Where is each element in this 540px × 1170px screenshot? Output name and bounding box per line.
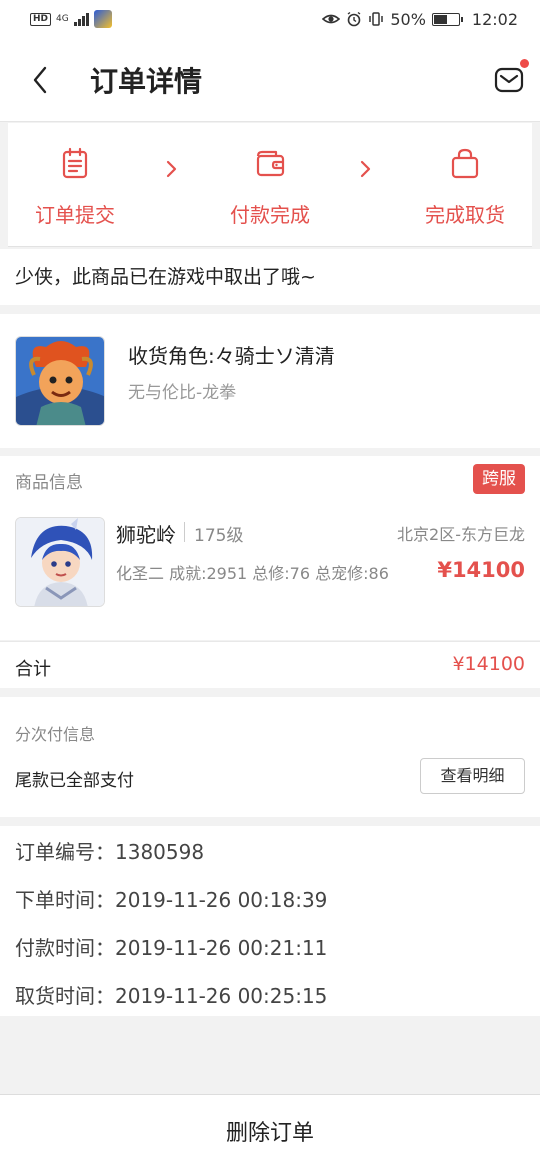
receiver-server: 无与伦比-龙拳 (128, 383, 237, 403)
installment-status: 尾款已全部支付 (15, 771, 134, 791)
goods-price: ¥14100 (437, 558, 525, 582)
bag-icon (451, 148, 479, 179)
order-placed-time: 下单时间：2019-11-26 00:18:39 (15, 888, 328, 912)
hd-icon: HD (30, 12, 52, 26)
order-pickup-time: 取货时间：2019-11-26 00:25:15 (15, 984, 328, 1008)
order-paid-time: 付款时间：2019-11-26 00:21:11 (15, 936, 328, 960)
total-row: 合计 ¥14100 (0, 641, 540, 688)
alarm-icon (347, 11, 361, 27)
goods-avatar (15, 517, 105, 607)
pickup-notice: 少侠，此商品已在游戏中取出了哦~ (0, 249, 540, 305)
vibrate-icon (369, 12, 384, 26)
receiver-role: 收货角色:々骑士ソ清清 (128, 344, 335, 368)
order-number: 订单编号：1380598 (15, 840, 205, 864)
section-title: 商品信息 (15, 473, 83, 493)
chevron-right-icon (360, 160, 371, 178)
status-left: HD 4G (30, 10, 112, 28)
status-bar: HD 4G 50% 12:02 (0, 0, 540, 38)
receiver-avatar (15, 336, 105, 426)
mail-icon (494, 67, 524, 92)
goods-sect: 狮驼岭 (116, 523, 176, 547)
order-progress: 订单提交 付款完成 完成取货 (8, 123, 532, 247)
receiver-card: 收货角色:々骑士ソ清清 无与伦比-龙拳 (0, 314, 540, 448)
goods-attributes: 化圣二 成就:2951 总修:76 总宠修:86 (116, 564, 389, 583)
unread-dot (520, 58, 529, 68)
chevron-left-icon (33, 66, 47, 93)
step-label: 完成取货 (425, 203, 505, 227)
back-button[interactable] (0, 38, 80, 122)
status-right: 50% 12:02 (322, 10, 518, 29)
order-info: 订单编号：1380598 下单时间：2019-11-26 00:18:39 付款… (0, 826, 540, 1016)
divider (184, 522, 185, 542)
goods-level: 175级 (194, 526, 244, 546)
battery-icon (431, 12, 463, 26)
goods-card: 商品信息 跨服 狮驼岭 175级 北京2区-东方巨龙 化圣二 成就:2951 总… (0, 456, 540, 640)
goods-server-area: 北京2区-东方巨龙 (397, 525, 525, 544)
total-label: 合计 (15, 659, 51, 680)
cross-server-badge: 跨服 (473, 464, 525, 494)
eye-comfort-icon (322, 14, 341, 24)
messages-button[interactable] (494, 58, 529, 95)
page-title: 订单详情 (90, 64, 203, 98)
view-details-button[interactable]: 查看明细 (420, 758, 525, 794)
signal-icon (73, 12, 89, 26)
battery-percent: 50% (390, 9, 426, 29)
chevron-right-icon (166, 160, 177, 178)
step-label: 订单提交 (35, 203, 115, 227)
installment-card: 分次付信息 尾款已全部支付 查看明细 (0, 697, 540, 817)
section-title: 分次付信息 (15, 725, 96, 744)
bottom-bar: 删除订单 (0, 1094, 540, 1170)
wallet-icon (256, 150, 285, 177)
step-label: 付款完成 (230, 203, 310, 227)
clock-time: 12:02 (471, 9, 518, 29)
clipboard-icon (62, 147, 88, 179)
header: 订单详情 (0, 38, 540, 122)
total-value: ¥14100 (452, 653, 525, 675)
network-type: 4G (56, 13, 69, 24)
delete-order-button[interactable]: 删除订单 (0, 1095, 540, 1170)
app-notification-icon (93, 10, 112, 28)
